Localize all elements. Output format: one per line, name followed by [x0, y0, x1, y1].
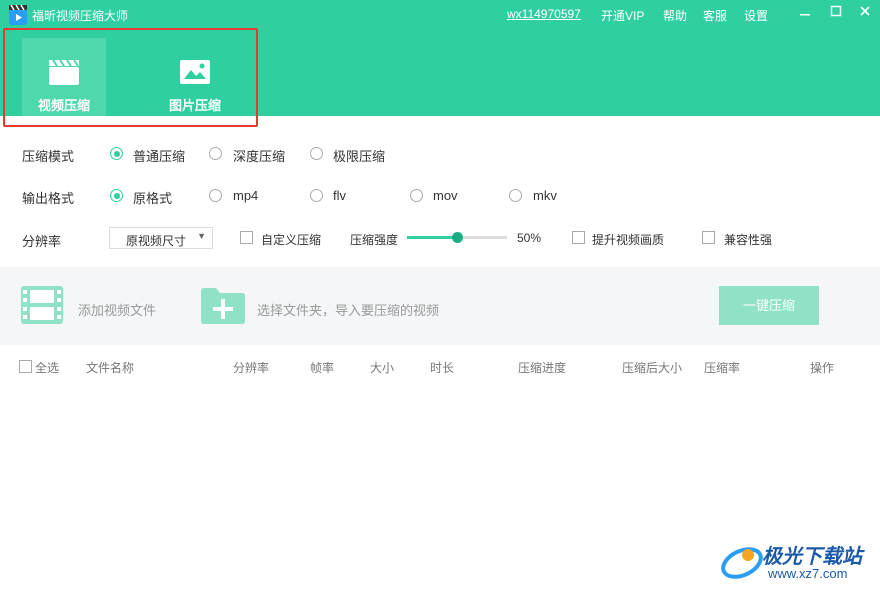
chevron-down-icon: ▼: [197, 231, 206, 241]
minimize-icon[interactable]: [797, 5, 813, 21]
app-title: 福昕视频压缩大师: [32, 9, 129, 23]
column-header: 压缩进度: [518, 361, 567, 375]
column-header: 分辨率: [233, 361, 270, 375]
slider-fill: [407, 236, 457, 239]
folder-add-icon[interactable]: [200, 287, 246, 325]
radio-original-format[interactable]: [110, 189, 123, 202]
column-header: 文件名称: [86, 361, 135, 375]
column-header: 大小: [370, 361, 395, 375]
select-all-label: 全选: [35, 361, 60, 375]
option-label: mp4: [233, 188, 259, 203]
option-label: mkv: [533, 188, 557, 203]
radio-deep-compress[interactable]: [209, 147, 222, 160]
compatibility-label: 兼容性强: [724, 233, 773, 247]
radio-mp4[interactable]: [209, 189, 222, 202]
strength-label: 压缩强度: [350, 233, 399, 247]
watermark-url: www.xz7.com: [768, 566, 848, 581]
enhance-quality-checkbox[interactable]: [572, 231, 585, 244]
resolution-label: 分辨率: [22, 234, 62, 249]
select-all-checkbox[interactable]: [19, 360, 32, 373]
enhance-quality-label: 提升视频画质: [592, 233, 665, 247]
output-format-label: 输出格式: [22, 191, 75, 206]
title-bar: 福昕视频压缩大师 wx114970597 开通VIP 帮助 客服 设置: [0, 0, 880, 30]
column-header: 压缩率: [704, 361, 741, 375]
app-logo-icon: [9, 4, 27, 25]
option-label: 普通压缩: [133, 149, 186, 164]
vip-link[interactable]: 开通VIP: [601, 7, 644, 24]
settings-link[interactable]: 设置: [744, 7, 768, 24]
radio-normal-compress[interactable]: [110, 147, 123, 160]
option-label: mov: [433, 188, 458, 203]
resolution-value: 原视频尺寸: [126, 234, 187, 248]
custom-compress-label: 自定义压缩: [261, 233, 322, 247]
watermark-title: 极光下载站: [762, 546, 862, 568]
option-label: 深度压缩: [233, 149, 286, 164]
one-click-compress-button[interactable]: 一键压缩: [719, 286, 819, 325]
close-icon[interactable]: [857, 5, 873, 21]
compress-mode-label: 压缩模式: [22, 149, 75, 164]
column-header: 操作: [810, 361, 835, 375]
resolution-select[interactable]: 原视频尺寸 ▼: [109, 227, 213, 249]
radio-flv[interactable]: [310, 189, 323, 202]
support-link[interactable]: 客服: [703, 7, 727, 24]
radio-mkv[interactable]: [509, 189, 522, 202]
column-header: 帧率: [310, 361, 335, 375]
compatibility-checkbox[interactable]: [702, 231, 715, 244]
column-header: 压缩后大小: [622, 361, 683, 375]
help-link[interactable]: 帮助: [663, 7, 687, 24]
custom-compress-checkbox[interactable]: [240, 231, 253, 244]
option-label: 极限压缩: [333, 149, 386, 164]
maximize-icon[interactable]: [828, 5, 844, 21]
strength-slider[interactable]: [407, 232, 507, 243]
watermark-logo-icon: [721, 547, 763, 579]
slider-handle[interactable]: [452, 232, 463, 243]
option-label: flv: [333, 188, 346, 203]
add-video-file-button[interactable]: 添加视频文件: [78, 300, 156, 319]
option-label: 原格式: [133, 191, 173, 206]
user-account-link[interactable]: wx114970597: [507, 7, 581, 21]
film-icon[interactable]: [20, 285, 64, 325]
column-header: 时长: [430, 361, 455, 375]
choose-folder-button[interactable]: 选择文件夹，导入要压缩的视频: [257, 300, 439, 319]
radio-mov[interactable]: [410, 189, 423, 202]
tab-highlight-box: [3, 28, 258, 127]
radio-extreme-compress[interactable]: [310, 147, 323, 160]
strength-value: 50%: [517, 231, 542, 245]
